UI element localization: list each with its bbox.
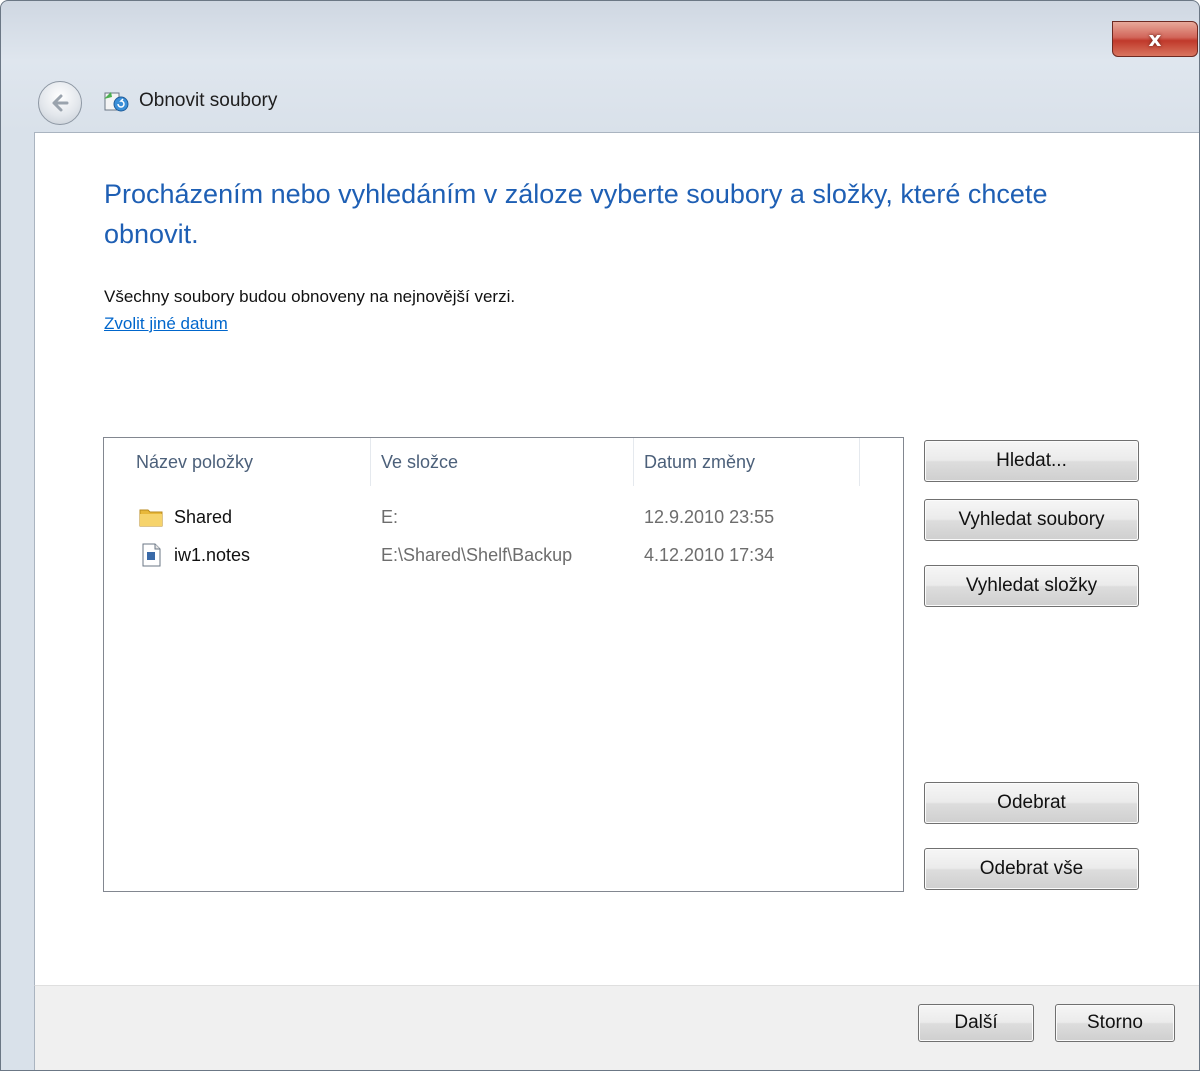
item-name: Shared bbox=[174, 506, 233, 527]
item-date: 12.9.2010 23:55 bbox=[644, 506, 775, 527]
description-text: Všechny soubory budou obnoveny na nejnov… bbox=[104, 287, 516, 306]
dialog-window: x Obnovit soubory Procházením nebo vyhle… bbox=[0, 0, 1200, 1071]
item-date: 4.12.2010 17:34 bbox=[644, 544, 775, 565]
close-button[interactable]: x bbox=[1112, 21, 1198, 57]
item-folder: E:\Shared\Shelf\Backup bbox=[381, 544, 573, 565]
list-item[interactable]: Shared E: 12.9.2010 23:55 bbox=[104, 498, 903, 536]
search-files-button[interactable]: Vyhledat soubory bbox=[924, 499, 1139, 541]
column-header-folder[interactable]: Ve složce bbox=[371, 438, 634, 486]
items-listbox[interactable]: Název položky Ve složce Datum změny Shar… bbox=[103, 437, 904, 892]
restore-files-icon bbox=[104, 92, 129, 112]
window-title: Obnovit soubory bbox=[139, 90, 278, 111]
remove-all-button[interactable]: Odebrat vše bbox=[924, 848, 1139, 890]
list-item[interactable]: iw1.notes E:\Shared\Shelf\Backup 4.12.20… bbox=[104, 536, 903, 574]
back-arrow-icon bbox=[52, 94, 69, 112]
column-header-name[interactable]: Název položky bbox=[126, 438, 371, 486]
document-icon bbox=[142, 543, 161, 567]
cancel-button[interactable]: Storno bbox=[1055, 1004, 1175, 1042]
remove-button[interactable]: Odebrat bbox=[924, 782, 1139, 824]
choose-date-link[interactable]: Zvolit jiné datum bbox=[104, 314, 228, 334]
item-name-cell: Shared bbox=[138, 498, 232, 536]
close-icon: x bbox=[1148, 27, 1162, 51]
search-button[interactable]: Hledat... bbox=[924, 440, 1139, 482]
item-name: iw1.notes bbox=[174, 544, 251, 565]
item-folder: E: bbox=[381, 506, 399, 527]
back-button[interactable] bbox=[38, 81, 82, 125]
search-folders-button[interactable]: Vyhledat složky bbox=[924, 565, 1139, 607]
page-heading: Procházením nebo vyhledáním v záloze vyb… bbox=[104, 179, 1048, 249]
item-name-cell: iw1.notes bbox=[138, 536, 250, 574]
folder-icon bbox=[139, 509, 163, 527]
next-button[interactable]: Další bbox=[918, 1004, 1034, 1042]
column-header-date[interactable]: Datum změny bbox=[634, 438, 860, 486]
